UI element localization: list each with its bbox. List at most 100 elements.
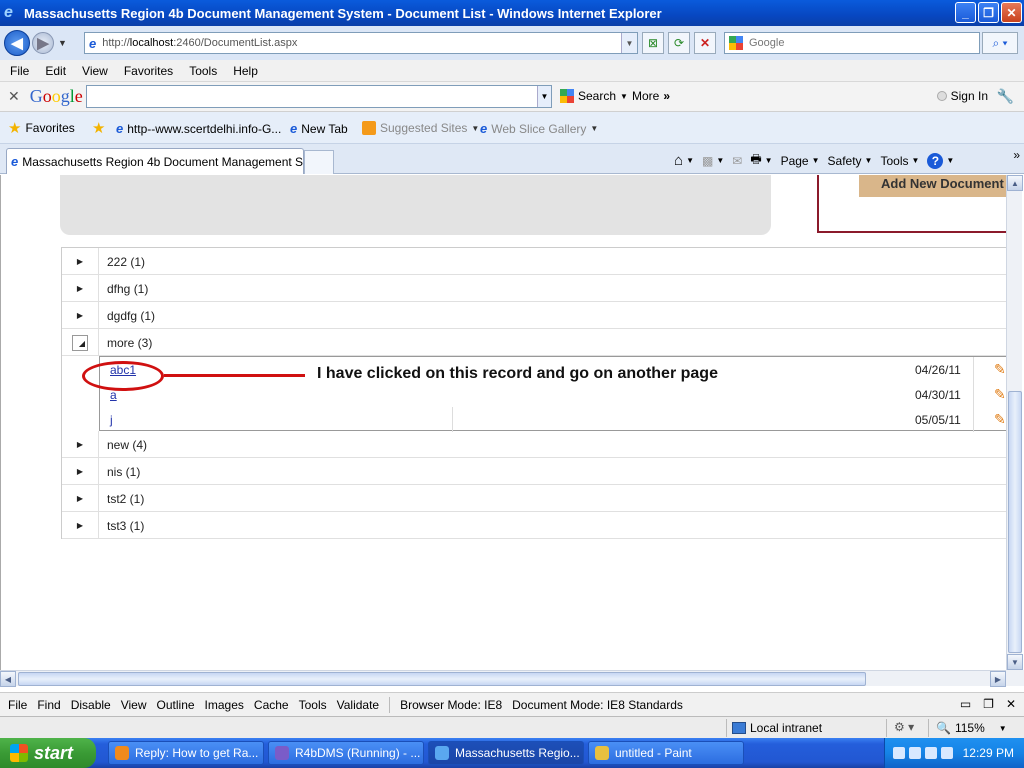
- tray-arrow-icon[interactable]: [892, 747, 905, 759]
- tray-volume-icon[interactable]: [924, 747, 937, 759]
- edit-pencil-icon[interactable]: ✎: [994, 386, 1006, 403]
- back-button[interactable]: ◀: [4, 30, 30, 56]
- suggested-sites-button[interactable]: Suggested Sites ▼: [362, 121, 479, 135]
- menu-view[interactable]: View: [82, 64, 108, 78]
- column-divider: [973, 357, 974, 382]
- scroll-down-icon[interactable]: ▼: [1007, 654, 1023, 670]
- maximize-button[interactable]: ❐: [978, 2, 999, 23]
- dev-menu-view[interactable]: View: [121, 698, 147, 712]
- vertical-scroll-thumb[interactable]: [1008, 391, 1022, 653]
- scroll-left-icon[interactable]: ◀: [0, 671, 16, 687]
- expand-arrow-icon[interactable]: ▶: [62, 512, 99, 539]
- menu-tools[interactable]: Tools: [189, 64, 217, 78]
- google-search-input[interactable]: ▼: [86, 85, 552, 108]
- tray-app-icon[interactable]: [940, 747, 953, 759]
- taskbar-item-ie[interactable]: Massachusetts Regio...: [428, 741, 584, 765]
- expand-arrow-icon[interactable]: ▶: [62, 485, 99, 512]
- wrench-icon[interactable]: 🔧: [997, 88, 1014, 105]
- scroll-up-icon[interactable]: ▲: [1007, 175, 1023, 191]
- safety-menu[interactable]: Safety ▼: [828, 154, 873, 168]
- start-label: start: [34, 742, 74, 763]
- page-menu[interactable]: Page ▼: [781, 154, 820, 168]
- search-button[interactable]: ⌕ ▾: [982, 32, 1018, 54]
- forward-button[interactable]: ▶: [32, 32, 54, 54]
- page-menu-label: Page: [780, 153, 809, 168]
- star-icon: ★: [8, 119, 22, 137]
- dev-menu-file[interactable]: File: [8, 698, 27, 712]
- favorites-button[interactable]: ★ Favorites: [8, 119, 75, 137]
- tools-menu[interactable]: Tools ▼: [880, 154, 919, 168]
- close-button[interactable]: ✕: [1001, 2, 1022, 23]
- menu-edit[interactable]: Edit: [45, 64, 66, 78]
- mail-button[interactable]: ✉: [732, 154, 742, 168]
- dev-menu-cache[interactable]: Cache: [254, 698, 289, 712]
- group-label: new (4): [107, 438, 148, 452]
- task-label: Reply: How to get Ra...: [135, 746, 259, 760]
- double-chevron-icon[interactable]: »: [1013, 148, 1020, 162]
- group-row: ▶ tst3 (1): [62, 512, 1007, 539]
- favorite-link-scert[interactable]: e http--www.scertdelhi.info-G...: [116, 121, 281, 136]
- google-signin-button[interactable]: Sign In: [936, 89, 988, 103]
- group-row: ▶ 222 (1): [62, 248, 1007, 275]
- new-tab-button[interactable]: [304, 150, 334, 174]
- add-favorite-icon[interactable]: ★: [92, 119, 105, 137]
- close-toolbar-icon[interactable]: ✕: [8, 88, 20, 105]
- tab-document-list[interactable]: e Massachusetts Region 4b Document Manag…: [6, 148, 304, 174]
- group-label: tst2 (1): [107, 492, 145, 506]
- dev-menu-validate[interactable]: Validate: [337, 698, 379, 712]
- refresh-icon[interactable]: ⟳: [668, 32, 690, 54]
- print-button[interactable]: 🖶 ▼: [750, 150, 772, 171]
- taskbar-item-paint[interactable]: untitled - Paint: [588, 741, 744, 765]
- web-slice-gallery-button[interactable]: e Web Slice Gallery ▼: [480, 121, 598, 136]
- taskbar-item-firefox[interactable]: Reply: How to get Ra...: [108, 741, 264, 765]
- expand-arrow-icon[interactable]: ▶: [62, 248, 99, 275]
- google-search-dropdown-icon[interactable]: ▼: [537, 86, 551, 107]
- protected-mode-icon[interactable]: ⚙ ▾: [894, 720, 914, 734]
- security-zone[interactable]: Local intranet: [732, 721, 822, 735]
- dev-menu-images[interactable]: Images: [205, 698, 244, 712]
- vertical-scrollbar[interactable]: ▲ ▼: [1006, 175, 1023, 670]
- edit-pencil-icon[interactable]: ✎: [994, 411, 1006, 428]
- start-button[interactable]: start: [0, 738, 96, 768]
- menu-favorites[interactable]: Favorites: [124, 64, 173, 78]
- stop-icon[interactable]: ✕: [694, 32, 716, 54]
- search-input[interactable]: Google: [724, 32, 980, 54]
- history-dropdown-icon[interactable]: ▼: [58, 38, 67, 48]
- horizontal-scrollbar[interactable]: ◀ ▶: [0, 670, 1006, 687]
- favorite-link-newtab[interactable]: e New Tab: [290, 121, 348, 136]
- expand-arrow-icon[interactable]: ▶: [62, 431, 99, 458]
- address-bar[interactable]: e http://localhost:2460/DocumentList.asp…: [84, 32, 638, 54]
- collapse-arrow-icon[interactable]: ◢: [62, 329, 99, 356]
- dev-minimize-icon[interactable]: ▭: [960, 697, 971, 711]
- horizontal-scroll-thumb[interactable]: [18, 672, 866, 686]
- help-menu[interactable]: ? ▼: [927, 152, 954, 169]
- dev-menu-tools[interactable]: Tools: [299, 698, 327, 712]
- feeds-button[interactable]: ▩ ▼: [702, 154, 724, 168]
- taskbar-item-r4bdms[interactable]: R4bDMS (Running) - ...: [268, 741, 424, 765]
- zoom-control[interactable]: 🔍 115% ▼: [936, 721, 1007, 735]
- browser-mode-menu[interactable]: Browser Mode: IE8: [400, 698, 502, 712]
- google-search-button[interactable]: Search ▼: [560, 89, 628, 103]
- clock[interactable]: 12:29 PM: [963, 746, 1014, 760]
- expand-arrow-icon[interactable]: ▶: [62, 458, 99, 485]
- dev-undock-icon[interactable]: ❐: [983, 697, 994, 711]
- scroll-right-icon[interactable]: ▶: [990, 671, 1006, 687]
- expand-arrow-icon[interactable]: ▶: [62, 302, 99, 329]
- minimize-button[interactable]: _: [955, 2, 976, 23]
- menu-help[interactable]: Help: [233, 64, 258, 78]
- address-dropdown-icon[interactable]: ▼: [621, 33, 637, 53]
- record-link[interactable]: j: [110, 413, 113, 427]
- compatibility-view-icon[interactable]: ⊠: [642, 32, 664, 54]
- expand-arrow-icon[interactable]: ▶: [62, 275, 99, 302]
- google-more-button[interactable]: More »: [632, 89, 670, 103]
- dev-menu-disable[interactable]: Disable: [71, 698, 111, 712]
- home-button[interactable]: ⌂ ▼: [674, 152, 694, 169]
- document-mode-menu[interactable]: Document Mode: IE8 Standards: [512, 698, 683, 712]
- menu-file[interactable]: File: [10, 64, 29, 78]
- dev-menu-outline[interactable]: Outline: [157, 698, 195, 712]
- tray-network-icon[interactable]: [908, 747, 921, 759]
- add-new-document-button[interactable]: Add New Document: [859, 175, 1011, 197]
- dev-menu-find[interactable]: Find: [37, 698, 60, 712]
- edit-pencil-icon[interactable]: ✎: [994, 361, 1006, 378]
- dev-close-icon[interactable]: ✕: [1006, 697, 1016, 711]
